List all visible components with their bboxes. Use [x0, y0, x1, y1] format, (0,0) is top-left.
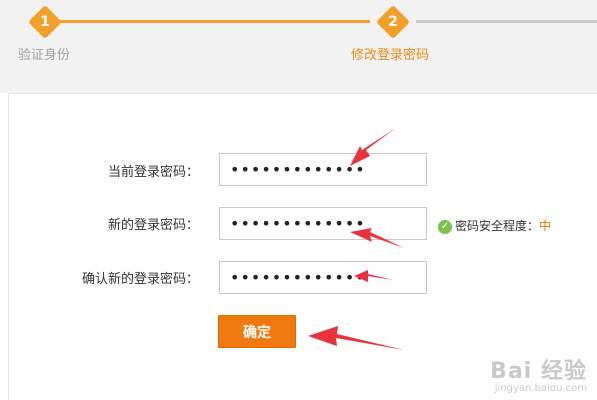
step-line-completed — [52, 20, 370, 23]
confirm-password-label: 确认新的登录密码： — [81, 272, 199, 287]
step-1-label: 验证身份 — [18, 48, 71, 63]
check-circle-icon: ✓ — [438, 219, 452, 234]
password-strength-indicator: ✓ 密码安全程度：中 — [438, 217, 551, 234]
watermark-sub-text: jingyan.baidu.com — [494, 383, 587, 394]
new-password-label: 新的登录密码： — [107, 218, 199, 233]
step-line-remaining — [416, 20, 597, 23]
password-strength-label: 密码安全程度： — [455, 219, 540, 233]
baidu-watermark: Bai 经验 jingyan.baidu.com — [490, 353, 587, 394]
step-1-number: 1 — [40, 14, 50, 30]
confirm-password-input[interactable] — [219, 261, 427, 294]
step-2-label: 修改登录密码 — [351, 48, 430, 63]
confirm-button[interactable]: 确定 — [218, 315, 296, 348]
watermark-main-text: Bai 经验 — [490, 359, 587, 384]
step-progress-bar: 1 验证身份 2 修改登录密码 — [0, 0, 597, 93]
current-password-label: 当前登录密码： — [107, 165, 199, 180]
password-strength-level: 中 — [539, 219, 552, 233]
step-2-number: 2 — [388, 14, 398, 30]
new-password-input[interactable] — [219, 207, 427, 240]
current-password-input[interactable] — [219, 153, 427, 186]
